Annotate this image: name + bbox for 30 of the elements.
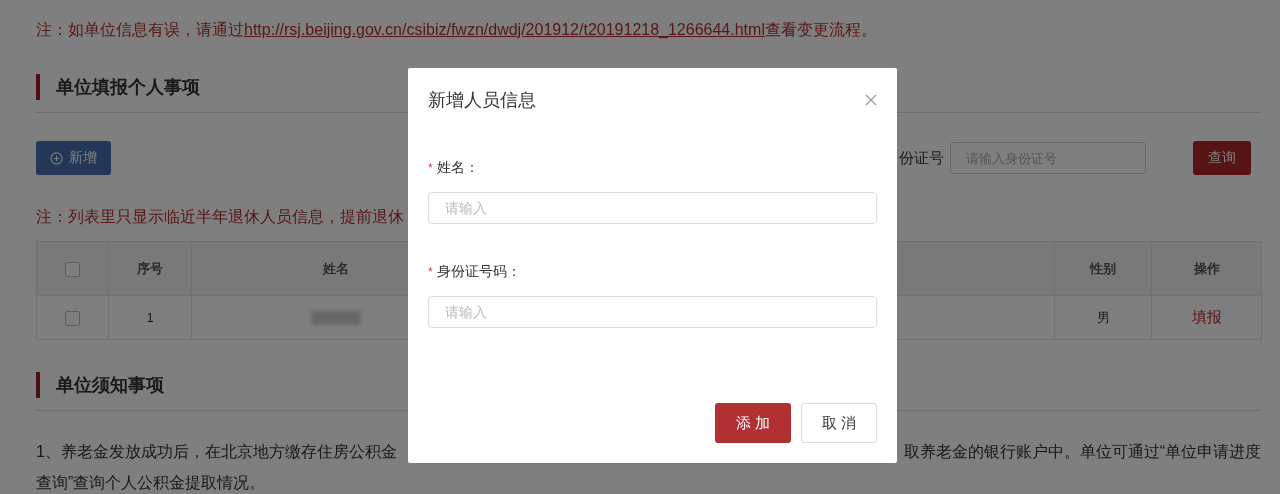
paragraph-text: 查询”查询个人公积金提取情况。 (36, 473, 266, 493)
field-label: 姓名： (436, 159, 479, 177)
section-title: 单位填报个人事项 (56, 76, 200, 99)
required-mark: * (428, 161, 433, 175)
cancel-button[interactable]: 取 消 (801, 403, 877, 443)
required-mark: * (428, 265, 433, 279)
table-cell: 男 (1054, 295, 1152, 340)
section-title: 单位须知事项 (56, 374, 164, 397)
close-icon[interactable] (865, 94, 877, 106)
dialog-title: 新增人员信息 (428, 89, 536, 112)
plus-circle-icon (50, 151, 63, 165)
column-header: 操作 (1151, 241, 1262, 296)
id-number-label: 份证号 (899, 148, 944, 168)
column-header: 序号 (108, 241, 192, 296)
input-field[interactable]: 请输入 (428, 192, 877, 224)
query-button[interactable]: 查询 (1193, 141, 1251, 175)
table-cell: 1 (108, 295, 192, 340)
select-all-checkbox[interactable] (65, 261, 80, 277)
input-field[interactable]: 请输入 (428, 296, 877, 328)
change-process-link[interactable]: http://rsj.beijing.gov.cn/csibiz/fwzn/dwdj/201912/t20191218_1266644.html (244, 21, 765, 38)
column-header: 性别 (1054, 241, 1152, 296)
paragraph-text: 取养老金的银行账户中。单位可通过“单位申请进度 (903, 442, 1261, 462)
fill-report-link[interactable]: 填报 (1191, 308, 1222, 325)
paragraph-text: 1、养老金发放成功后，在北京地方缴存住房公积金 (36, 442, 397, 462)
add-button[interactable]: 添 加 (715, 403, 791, 443)
add-button[interactable]: 新增 (36, 141, 111, 175)
list-note: 注：列表里只显示临近半年退休人员信息，提前退休 (36, 207, 404, 227)
row-checkbox[interactable] (65, 310, 80, 326)
notice-text: 注：如单位信息有误，请通过http://rsj.beijing.gov.cn/csibiz/fwzn/dwdj/201912/t20191218_1266644.html查看变更流程。 (36, 20, 878, 40)
redacted-name (310, 311, 361, 326)
